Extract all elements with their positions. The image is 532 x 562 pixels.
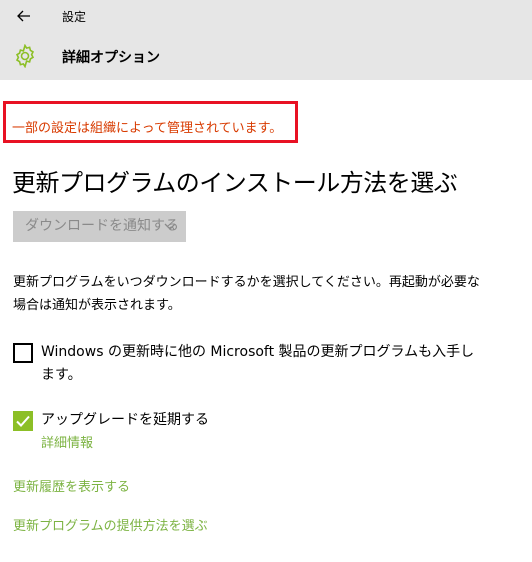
defer-upgrades-label: アップグレードを延期する	[41, 412, 209, 428]
other-products-checkbox[interactable]	[13, 343, 33, 363]
title-bar: 設定 詳細オプション	[0, 0, 532, 80]
managed-notice-text: 一部の設定は組織によって管理されています。	[12, 121, 283, 136]
other-products-label: Windows の更新時に他の Microsoft 製品の更新プログラムも入手し…	[41, 344, 475, 383]
chevron-down-icon	[164, 223, 176, 230]
defer-upgrades-checkbox[interactable]	[13, 411, 33, 431]
page-title: 詳細オプション	[62, 50, 160, 66]
checkmark-icon	[16, 415, 30, 427]
notify-download-dropdown[interactable]: ダウンロードを通知する	[13, 211, 186, 242]
back-arrow-icon	[17, 10, 30, 22]
section-heading: 更新プログラムのインストール方法を選ぶ	[12, 169, 458, 197]
dropdown-selected-value: ダウンロードを通知する	[25, 218, 179, 234]
delivery-method-link[interactable]: 更新プログラムの提供方法を選ぶ	[13, 515, 208, 534]
back-button[interactable]	[12, 6, 36, 26]
app-title: 設定	[62, 10, 87, 24]
update-history-link[interactable]: 更新履歴を表示する	[13, 476, 130, 495]
description-text: 更新プログラムをいつダウンロードするかを選択してください。再起動が必要な場合は通…	[13, 275, 480, 313]
details-link[interactable]: 詳細情報	[41, 432, 93, 451]
gear-icon	[15, 44, 35, 68]
